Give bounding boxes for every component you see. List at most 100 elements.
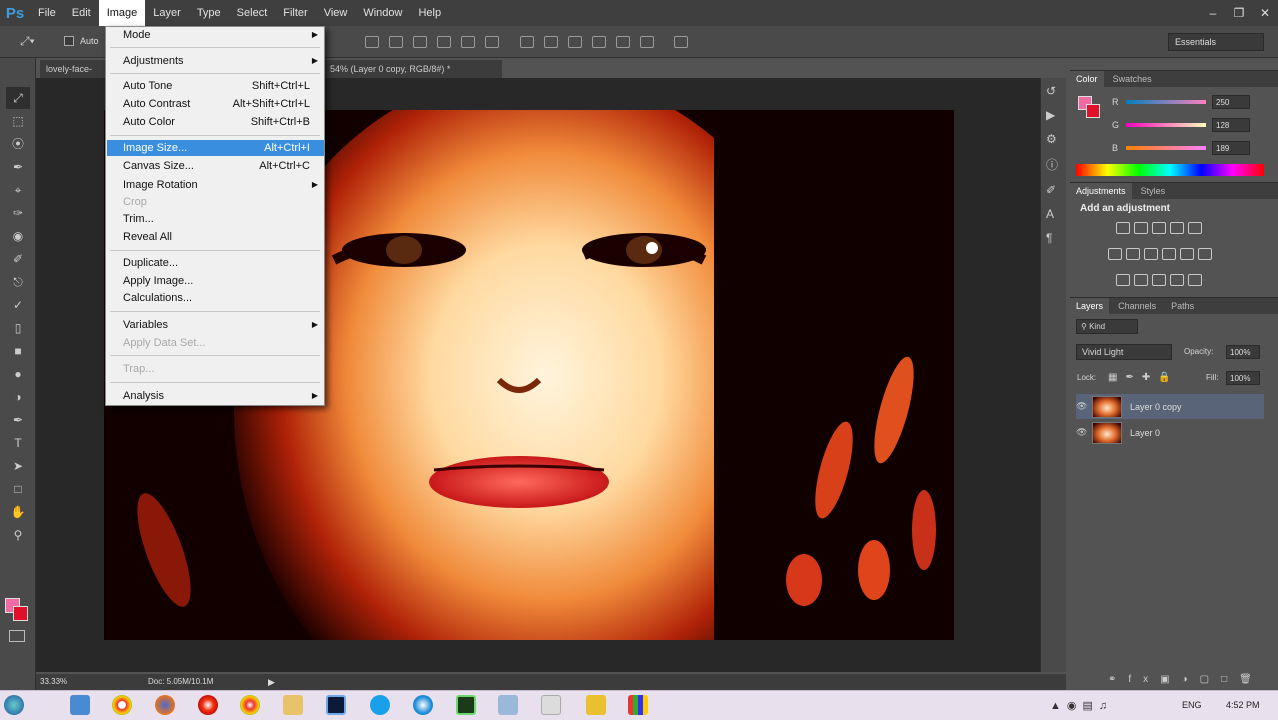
pen-tool-icon[interactable]: ✒ <box>6 409 30 431</box>
curves-icon[interactable] <box>1152 222 1166 234</box>
align-vcenter-icon[interactable] <box>389 36 403 48</box>
menu-help[interactable]: Help <box>410 0 449 26</box>
minimize-icon[interactable]: – <box>1200 4 1226 22</box>
clock[interactable]: 4:52 PM <box>1226 700 1260 710</box>
layer-row-layer-0-copy[interactable]: 👁 Layer 0 copy <box>1076 394 1264 419</box>
channel-r-slider[interactable] <box>1126 100 1206 104</box>
menu-item-calculations[interactable]: Calculations... <box>107 290 324 306</box>
channel-b-slider[interactable] <box>1126 146 1206 150</box>
eraser-tool-icon[interactable]: ▯ <box>6 317 30 339</box>
actions-icon[interactable]: ▶ <box>1046 108 1061 122</box>
taskbar-opera-icon[interactable] <box>198 695 218 715</box>
clone-stamp-tool-icon[interactable]: ⎋ <box>6 271 30 293</box>
threshold-icon[interactable] <box>1152 274 1166 286</box>
channel-g-value[interactable]: 128 <box>1212 118 1250 132</box>
menu-item-auto-tone[interactable]: Auto Tone Shift+Ctrl+L <box>107 78 324 94</box>
status-menu-arrow-icon[interactable]: ▶ <box>268 674 275 690</box>
tab-paths[interactable]: Paths <box>1165 298 1200 315</box>
workspace-switcher[interactable]: Essentials <box>1168 33 1264 51</box>
menu-edit[interactable]: Edit <box>64 0 99 26</box>
tab-channels[interactable]: Channels <box>1112 298 1162 315</box>
healing-brush-tool-icon[interactable]: ◉ <box>6 225 30 247</box>
taskbar-messenger-icon[interactable] <box>586 695 606 715</box>
channel-r-value[interactable]: 250 <box>1212 95 1250 109</box>
path-selection-tool-icon[interactable]: ➤ <box>6 455 30 477</box>
layers-footer-icons[interactable]: ⚭fx▣◑▢□🗑 <box>1108 674 1264 685</box>
taskbar-ie-icon[interactable] <box>70 695 90 715</box>
taskbar-media-icon[interactable] <box>413 695 433 715</box>
zoom-tool-icon[interactable]: ⚲ <box>6 524 30 546</box>
system-tray-icons[interactable]: ▲◉▤♫ <box>1050 699 1113 712</box>
color-panel-background[interactable] <box>1086 104 1100 118</box>
lasso-tool-icon[interactable]: ⦿ <box>6 133 30 155</box>
menu-item-analysis[interactable]: Analysis ▶ <box>107 388 324 404</box>
start-button-icon[interactable] <box>4 695 24 715</box>
restore-icon[interactable]: ❐ <box>1226 4 1252 22</box>
quick-mask-icon[interactable] <box>9 630 25 642</box>
menu-item-image-rotation[interactable]: Image Rotation ▶ <box>107 177 324 193</box>
taskbar-chrome-icon[interactable] <box>112 695 132 715</box>
brush-presets-icon[interactable]: ✐ <box>1046 183 1061 197</box>
tab-layers[interactable]: Layers <box>1070 298 1110 315</box>
color-spectrum[interactable] <box>1076 164 1264 176</box>
background-color-swatch[interactable] <box>13 606 28 621</box>
menu-item-variables[interactable]: Variables ▶ <box>107 317 324 333</box>
menu-file[interactable]: File <box>30 0 64 26</box>
layer-filter-select[interactable]: ⚲ Kind <box>1076 319 1138 334</box>
type-tool-icon[interactable]: T <box>6 432 30 454</box>
invert-icon[interactable] <box>1116 274 1130 286</box>
tab-adjustments[interactable]: Adjustments <box>1070 183 1132 200</box>
menu-item-auto-contrast[interactable]: Auto Contrast Alt+Shift+Ctrl+L <box>107 96 324 112</box>
align-left-icon[interactable] <box>437 36 451 48</box>
dodge-tool-icon[interactable]: ◑ <box>6 386 30 408</box>
blur-tool-icon[interactable]: ● <box>6 363 30 385</box>
history-brush-tool-icon[interactable]: ✓ <box>6 294 30 316</box>
auto-align-icon[interactable] <box>674 36 688 48</box>
photo-filter-icon[interactable] <box>1162 248 1176 260</box>
hand-tool-icon[interactable]: ✋ <box>6 501 30 523</box>
channel-mixer-icon[interactable] <box>1180 248 1194 260</box>
distribute-bottom-icon[interactable] <box>568 36 582 48</box>
levels-icon[interactable] <box>1134 222 1148 234</box>
menu-item-image-size[interactable]: Image Size... Alt+Ctrl+I <box>107 140 324 156</box>
taskbar-app-icon[interactable] <box>498 695 518 715</box>
menu-item-auto-color[interactable]: Auto Color Shift+Ctrl+B <box>107 114 324 130</box>
opacity-input[interactable]: 100% <box>1226 345 1260 359</box>
channel-g-slider[interactable] <box>1126 123 1206 127</box>
character-icon[interactable]: A <box>1046 207 1061 221</box>
menu-layer[interactable]: Layer <box>145 0 189 26</box>
properties-icon[interactable]: ⚙ <box>1046 132 1061 146</box>
paragraph-icon[interactable]: ¶ <box>1046 231 1061 245</box>
shape-tool-icon[interactable]: □ <box>6 478 30 500</box>
language-indicator[interactable]: ENG <box>1182 700 1202 710</box>
history-icon[interactable]: ↺ <box>1046 84 1061 98</box>
zoom-level[interactable]: 33.33% <box>40 674 67 690</box>
color-balance-icon[interactable] <box>1126 248 1140 260</box>
eyedropper-tool-icon[interactable]: ✑ <box>6 202 30 224</box>
auto-select-checkbox[interactable] <box>64 36 74 46</box>
menu-item-canvas-size[interactable]: Canvas Size... Alt+Ctrl+C <box>107 158 324 174</box>
info-icon[interactable]: ⓘ <box>1046 156 1061 173</box>
menu-image[interactable]: Image <box>98 0 146 26</box>
taskbar-notepad-icon[interactable] <box>541 695 561 715</box>
selective-color-icon[interactable] <box>1188 274 1202 286</box>
menu-item-apply-image[interactable]: Apply Image... <box>107 273 324 289</box>
distribute-vcenter-icon[interactable] <box>544 36 558 48</box>
move-tool-preset-icon[interactable]: ⤢▾ <box>20 34 35 49</box>
gradient-tool-icon[interactable]: ■ <box>6 340 30 362</box>
align-hcenter-icon[interactable] <box>461 36 475 48</box>
quick-select-tool-icon[interactable]: ✒ <box>6 156 30 178</box>
menu-item-reveal-all[interactable]: Reveal All <box>107 229 324 245</box>
blend-mode-select[interactable]: Vivid Light <box>1076 344 1172 360</box>
menu-item-mode[interactable]: Mode ▶ <box>107 27 324 43</box>
tab-color[interactable]: Color <box>1070 71 1104 88</box>
move-tool-icon[interactable]: ⤢ <box>6 87 30 109</box>
crop-tool-icon[interactable]: ⌖ <box>6 179 30 201</box>
brightness-contrast-icon[interactable] <box>1116 222 1130 234</box>
taskbar-skype-icon[interactable] <box>370 695 390 715</box>
menu-window[interactable]: Window <box>355 0 410 26</box>
taskbar-colors-icon[interactable] <box>628 695 648 715</box>
black-white-icon[interactable] <box>1144 248 1158 260</box>
gradient-map-icon[interactable] <box>1170 274 1184 286</box>
taskbar-photoshop-icon[interactable] <box>326 695 346 715</box>
